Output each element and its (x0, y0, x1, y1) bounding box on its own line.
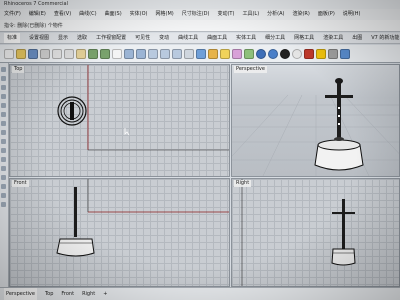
tab-transform[interactable]: 变动 (159, 33, 169, 43)
tab-viewport-layout[interactable]: 工作视窗配置 (96, 33, 126, 43)
zoom-extents-icon[interactable] (172, 48, 182, 59)
mirror-tool-icon[interactable] (1, 184, 6, 189)
select-icon[interactable] (112, 48, 122, 59)
viewport-label-perspective[interactable]: Perspective (234, 66, 267, 73)
menu-mesh[interactable]: 网格(M) (156, 9, 174, 20)
rendered-icon[interactable] (268, 48, 278, 59)
sphere-render-icon[interactable] (256, 48, 266, 59)
menu-bar: 文件(F) 编辑(E) 查看(V) 曲线(C) 曲面(S) 实体(O) 网格(M… (0, 9, 400, 20)
tab-mesh-tools[interactable]: 网格工具 (294, 33, 314, 43)
viewport-label-top[interactable]: Top (12, 66, 25, 73)
print-icon[interactable] (40, 48, 50, 59)
open-file-icon[interactable] (16, 48, 26, 59)
menu-curve[interactable]: 曲线(C) (79, 9, 96, 20)
tab-visibility[interactable]: 可见性 (135, 33, 150, 43)
add-viewport-tab-button[interactable]: + (103, 288, 107, 300)
material-icon[interactable] (232, 48, 242, 59)
right-view-geometry (241, 179, 356, 286)
tab-display[interactable]: 显示 (58, 33, 68, 43)
ghosted-icon[interactable] (280, 48, 290, 59)
tab-select[interactable]: 选取 (77, 33, 87, 43)
viewport-label-right[interactable]: Right (234, 180, 252, 187)
redo-icon[interactable] (100, 48, 110, 59)
viewport-tab-right[interactable]: Right (82, 288, 95, 300)
tab-set-view[interactable]: 设置视图 (29, 33, 49, 43)
layer-icon[interactable] (208, 48, 218, 59)
arc-tool-icon[interactable] (1, 103, 6, 108)
toolbar-tab-bar: 标准 设置视图 显示 选取 工作视窗配置 可见性 变动 曲线工具 曲面工具 实体… (0, 33, 400, 44)
sun-icon[interactable] (316, 48, 326, 59)
fillet-tool-icon[interactable] (1, 157, 6, 162)
render-icon[interactable] (304, 48, 314, 59)
solid-tool-icon[interactable] (1, 130, 6, 135)
dimension-tool-icon[interactable] (1, 202, 6, 207)
extrude-tool-icon[interactable] (1, 148, 6, 153)
perspective-view-geometry (232, 78, 399, 176)
viewport-label-front[interactable]: Front (12, 180, 29, 187)
rhino-window: Rhinoceros 7 Commercial 文件(F) 编辑(E) 查看(V… (0, 0, 400, 300)
menu-help[interactable]: 说明(H) (343, 9, 361, 20)
four-viewports-icon[interactable] (196, 48, 206, 59)
command-prompt[interactable]: 指令: 删除(已删除) 个物件 (0, 20, 400, 32)
paste-icon[interactable] (76, 48, 86, 59)
standard-toolbar (0, 45, 400, 63)
tab-render-tools[interactable]: 渲染工具 (323, 33, 343, 43)
menu-analyze[interactable]: 分析(A) (267, 9, 284, 20)
menu-file[interactable]: 文件(F) (4, 9, 21, 20)
point-tool-icon[interactable] (1, 67, 6, 72)
save-icon[interactable] (28, 48, 38, 59)
tab-solid-tools[interactable]: 实体工具 (236, 33, 256, 43)
viewport-top[interactable]: Top (9, 64, 230, 177)
xray-icon[interactable] (292, 48, 302, 59)
menu-solid[interactable]: 实体(O) (130, 9, 148, 20)
zoom-window-icon[interactable] (160, 48, 170, 59)
rotate-view-icon[interactable] (136, 48, 146, 59)
tab-new-in-v7[interactable]: V7 的新功能 (371, 33, 399, 43)
zoom-selected-icon[interactable] (184, 48, 194, 59)
circle-tool-icon[interactable] (1, 94, 6, 99)
viewport-perspective[interactable]: Perspective (231, 64, 400, 177)
viewport-tab-bar: Perspective Top Front Right + (0, 287, 400, 300)
copy-icon[interactable] (64, 48, 74, 59)
viewport-front[interactable]: Front (9, 178, 230, 287)
undo-icon[interactable] (88, 48, 98, 59)
boolean-tool-icon[interactable] (1, 139, 6, 144)
shaded-icon[interactable] (244, 48, 254, 59)
help-icon[interactable] (340, 48, 350, 59)
window-title: Rhinoceros 7 Commercial (0, 0, 400, 9)
new-file-icon[interactable] (4, 48, 14, 59)
menu-dimension[interactable]: 尺寸标注(D) (182, 9, 210, 20)
rectangle-tool-icon[interactable] (1, 112, 6, 117)
viewport-right[interactable]: Right (231, 178, 400, 287)
menu-panels[interactable]: 面板(P) (318, 9, 335, 20)
light-icon[interactable] (220, 48, 230, 59)
top-view-geometry (57, 65, 229, 151)
surface-tool-icon[interactable] (1, 121, 6, 126)
viewport-tab-front[interactable]: Front (61, 288, 74, 300)
tab-curve-tools[interactable]: 曲线工具 (178, 33, 198, 43)
tab-subd-tools[interactable]: 细分工具 (265, 33, 285, 43)
side-toolbar (0, 63, 9, 287)
tab-standard[interactable]: 标准 (4, 33, 21, 43)
viewport-tab-top[interactable]: Top (45, 288, 53, 300)
menu-transform[interactable]: 变动(T) (217, 9, 234, 20)
menu-edit[interactable]: 编辑(E) (29, 9, 46, 20)
menu-view[interactable]: 查看(V) (54, 9, 71, 20)
curve-tool-icon[interactable] (1, 85, 6, 90)
viewport-tab-perspective[interactable]: Perspective (4, 288, 37, 300)
zoom-icon[interactable] (148, 48, 158, 59)
front-view-geometry (56, 179, 229, 257)
cut-icon[interactable] (52, 48, 62, 59)
pan-icon[interactable] (124, 48, 134, 59)
menu-render[interactable]: 渲染(R) (292, 9, 309, 20)
tab-drafting[interactable]: 出图 (352, 33, 362, 43)
menu-surface[interactable]: 曲面(S) (105, 9, 122, 20)
tab-surface-tools[interactable]: 曲面工具 (207, 33, 227, 43)
menu-tools[interactable]: 工具(L) (242, 9, 259, 20)
polyline-tool-icon[interactable] (1, 76, 6, 81)
copy-tool-icon[interactable] (1, 175, 6, 180)
move-tool-icon[interactable] (1, 166, 6, 171)
options-icon[interactable] (328, 48, 338, 59)
array-tool-icon[interactable] (1, 193, 6, 198)
